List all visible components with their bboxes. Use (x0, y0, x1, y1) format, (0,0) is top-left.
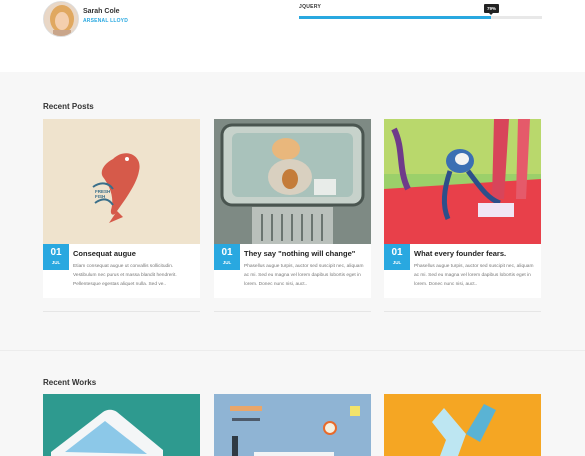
divider (214, 311, 371, 312)
post-date-badge: 01 JUL (214, 244, 240, 270)
post-date-badge: 01 JUL (43, 244, 69, 270)
desk-illustration (214, 394, 371, 456)
fish-logo-text: FRESH FISH (95, 189, 111, 199)
post-date-month: JUL (392, 260, 402, 265)
work-thumbnail[interactable] (214, 394, 371, 456)
post-title[interactable]: What every founder fears. (414, 249, 506, 258)
post-date-day: 01 (221, 247, 233, 258)
avatar[interactable] (43, 1, 79, 37)
post-card[interactable]: 01 JUL They say "nothing will change" Ph… (214, 119, 371, 298)
post-date-day: 01 (50, 247, 62, 258)
post-excerpt: Phasellus augue turpis, auctor sed susci… (244, 264, 364, 287)
section-separator (0, 350, 585, 351)
jungle-creature-illustration (384, 119, 541, 244)
recent-works-title: Recent Works (43, 378, 97, 387)
post-excerpt: Phasellus augue turpis, auctor sed susci… (414, 264, 534, 287)
post-excerpt: Etiam consequat augue ut convallis solli… (73, 264, 177, 287)
post-thumbnail[interactable]: FRESH FISH (43, 119, 200, 244)
skill-progress-bar (299, 16, 542, 19)
recent-posts-title: Recent Posts (43, 102, 94, 111)
skill-label: JQUERY (299, 4, 322, 10)
skill-progress-fill (299, 16, 491, 19)
fish-illustration (43, 119, 200, 244)
work-thumbnail[interactable] (43, 394, 200, 456)
letter-illustration (384, 394, 541, 456)
post-date-month: JUL (51, 260, 61, 265)
phone-illustration (43, 394, 200, 456)
divider (43, 311, 200, 312)
truck-driver-illustration (214, 119, 371, 244)
post-card[interactable]: FRESH FISH 01 JUL Consequat augue Etiam … (43, 119, 200, 298)
author-role: ARSENAL LLOYD (83, 18, 129, 24)
author-name[interactable]: Sarah Cole (83, 8, 120, 15)
post-thumbnail[interactable] (384, 119, 541, 244)
post-date-day: 01 (391, 247, 403, 258)
work-thumbnail[interactable] (384, 394, 541, 456)
post-date-badge: 01 JUL (384, 244, 410, 270)
post-title[interactable]: Consequat augue (73, 249, 136, 258)
post-title[interactable]: They say "nothing will change" (244, 249, 355, 258)
skill-percent-badge: 79% (483, 4, 499, 15)
post-card[interactable]: 01 JUL What every founder fears. Phasell… (384, 119, 541, 298)
post-date-month: JUL (222, 260, 232, 265)
post-thumbnail[interactable] (214, 119, 371, 244)
divider (384, 311, 541, 312)
author-skill-panel: Sarah Cole ARSENAL LLOYD JQUERY 79% (0, 0, 585, 72)
